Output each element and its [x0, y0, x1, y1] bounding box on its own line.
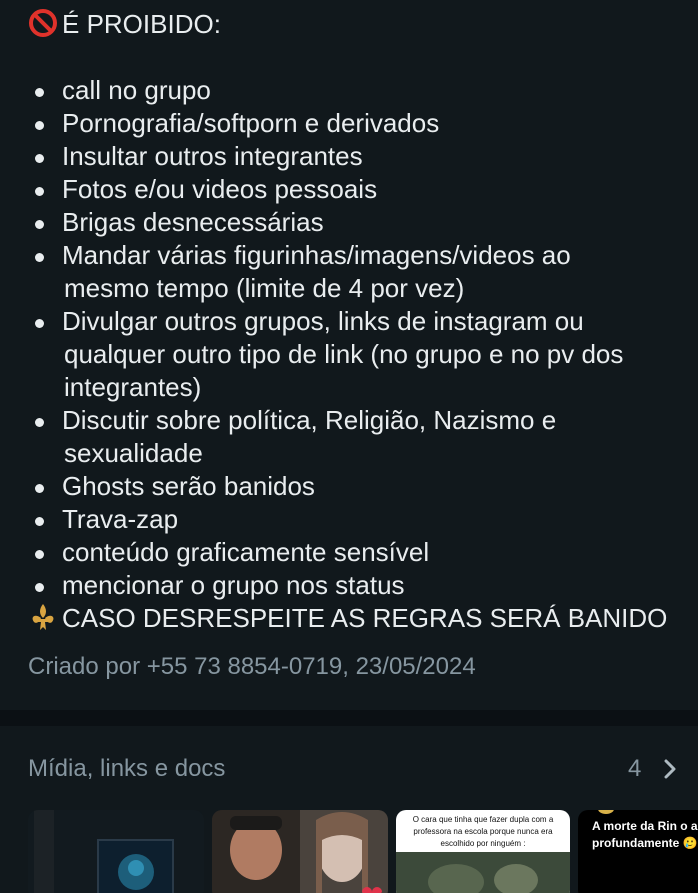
group-info-screen: É PROIBIDO: call no grupo Pornografia/so… — [0, 0, 698, 893]
thumbnail-caption: A morte da Rin o a profundamente 🥲 — [592, 819, 698, 850]
section-divider — [0, 710, 698, 726]
rule-item-continuation: sexualidade — [64, 438, 203, 468]
media-links-docs-section[interactable]: Mídia, links e docs 4 O cara que tinha q… — [0, 726, 698, 893]
media-count[interactable]: 4 — [628, 754, 641, 784]
rules-header-text: É PROIBIDO: — [62, 9, 221, 39]
rule-item: Fotos e/ou videos pessoais — [62, 174, 378, 204]
rule-item: Trava-zap — [62, 504, 179, 534]
bullet — [35, 187, 44, 196]
media-section-title[interactable]: Mídia, links e docs — [28, 754, 225, 784]
bullet — [35, 319, 44, 328]
bullet — [35, 88, 44, 97]
rule-item: Pornografia/softporn e derivados — [62, 108, 440, 138]
rule-item: Divulgar outros grupos, links de instagr… — [62, 306, 584, 336]
prohibited-icon — [28, 8, 62, 41]
bullet — [35, 253, 44, 262]
rules-footer-text: CASO DESRESPEITE AS REGRAS SERÁ BANIDO — [62, 603, 668, 633]
rule-item: Ghosts serão banidos — [62, 471, 315, 501]
bullet — [35, 154, 44, 163]
group-description: É PROIBIDO: call no grupo Pornografia/so… — [0, 0, 698, 710]
rule-item-continuation: integrantes) — [64, 372, 202, 402]
rule-item: Mandar várias figurinhas/imagens/videos … — [62, 240, 571, 270]
rule-item-continuation: mesmo tempo (limite de 4 por vez) — [64, 273, 465, 303]
rules-footer: CASO DESRESPEITE AS REGRAS SERÁ BANIDO — [28, 602, 667, 635]
rule-item-continuation: qualquer outro tipo de link (no grupo e … — [64, 339, 624, 369]
bullet — [35, 220, 44, 229]
bullet — [35, 583, 44, 592]
emoji-decoration — [598, 810, 614, 814]
created-by-text: Criado por +55 73 8854-0719, 23/05/2024 — [28, 653, 476, 680]
bullet — [35, 418, 44, 427]
rule-item: Brigas desnecessárias — [62, 207, 324, 237]
rule-item: mencionar o grupo nos status — [62, 570, 405, 600]
rules-header: É PROIBIDO: — [28, 8, 221, 41]
bullet — [35, 121, 44, 130]
fleur-de-lis-icon — [28, 602, 62, 635]
bullet — [35, 517, 44, 526]
rule-item: conteúdo graficamente sensível — [62, 537, 430, 567]
media-thumbnail[interactable]: O cara que tinha que fazer dupla com a p… — [396, 810, 570, 893]
rule-item: call no grupo — [62, 75, 211, 105]
rule-item: Insultar outros integrantes — [62, 141, 363, 171]
media-thumbnail[interactable]: A morte da Rin o a profundamente 🥲 — [578, 810, 698, 893]
chevron-right-icon[interactable] — [660, 756, 680, 782]
bullet — [35, 550, 44, 559]
bullet — [35, 484, 44, 493]
media-thumbnail[interactable] — [28, 810, 204, 893]
media-thumbnail[interactable] — [212, 810, 388, 893]
rule-item: Discutir sobre política, Religião, Nazis… — [62, 405, 557, 435]
